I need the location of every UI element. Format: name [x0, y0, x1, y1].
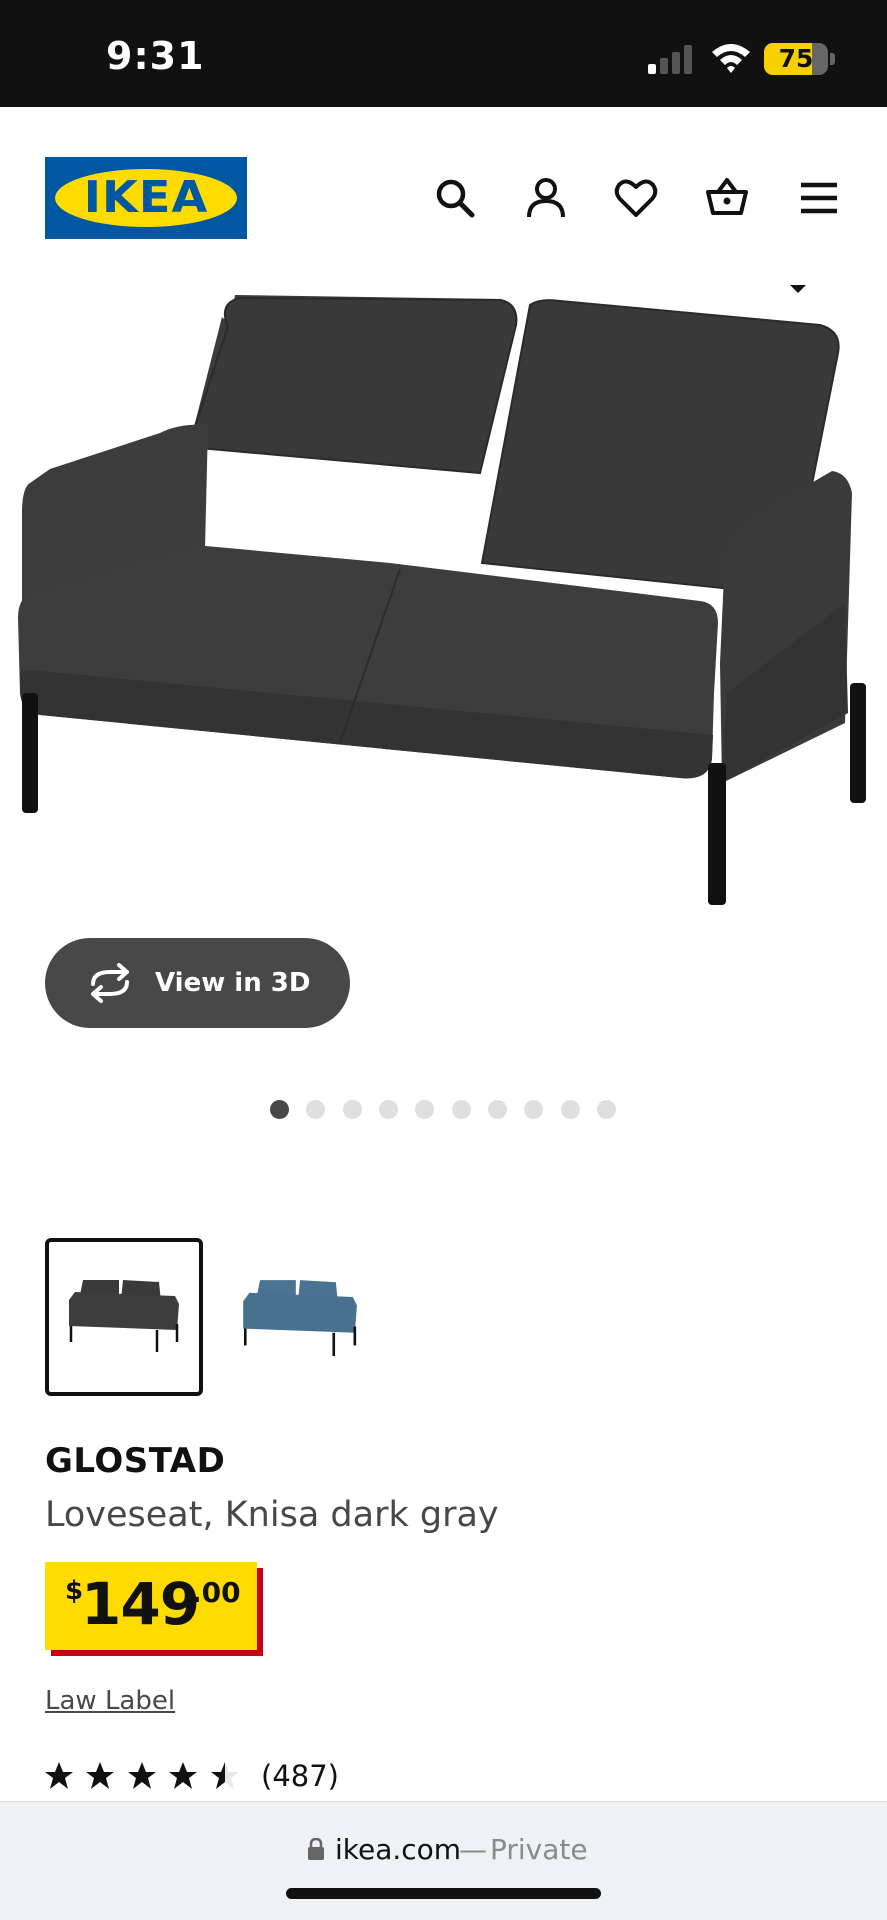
wifi-icon	[712, 44, 750, 73]
price-cents: .00	[191, 1576, 241, 1609]
heart-icon[interactable]	[613, 175, 659, 221]
star-icon	[169, 1762, 197, 1789]
browsing-mode: Private	[490, 1833, 588, 1866]
rating-stars[interactable]	[45, 1760, 245, 1794]
basket-icon[interactable]	[704, 175, 750, 221]
carousel-dot[interactable]	[597, 1100, 616, 1119]
browser-address-bar[interactable]: ikea.com — Private	[0, 1801, 887, 1920]
search-icon[interactable]	[432, 175, 478, 221]
law-label-link[interactable]: Law Label	[45, 1686, 175, 1716]
menu-icon[interactable]	[796, 175, 842, 221]
url-separator: —	[459, 1833, 487, 1866]
url-domain: ikea.com	[335, 1833, 462, 1866]
variant-thumbnail-dark-gray	[69, 1280, 179, 1352]
product-image[interactable]	[0, 273, 887, 973]
status-bar: 9:31 75	[0, 0, 887, 107]
star-icon	[128, 1762, 156, 1789]
carousel-dot[interactable]	[379, 1100, 398, 1119]
view-in-3d-button[interactable]: View in 3D	[45, 938, 350, 1028]
variant-blue[interactable]	[220, 1238, 378, 1396]
carousel-dot[interactable]	[561, 1100, 580, 1119]
carousel-dot[interactable]	[488, 1100, 507, 1119]
variant-thumbnail-blue	[243, 1280, 357, 1356]
price-whole: 149	[81, 1570, 200, 1638]
image-carousel-dots	[270, 1100, 630, 1120]
status-time: 9:31	[106, 34, 205, 78]
carousel-dot[interactable]	[270, 1100, 289, 1119]
battery-percent: 75	[778, 44, 814, 73]
logo-text: IKEA	[83, 172, 209, 223]
carousel-dot[interactable]	[524, 1100, 543, 1119]
logo-registered-mark: ®	[229, 181, 239, 192]
cellular-signal-icon	[648, 44, 694, 74]
carousel-dot[interactable]	[343, 1100, 362, 1119]
carousel-dot[interactable]	[306, 1100, 325, 1119]
lock-icon	[308, 1838, 324, 1860]
ikea-logo[interactable]: IKEA ®	[45, 157, 247, 239]
product-description: Loveseat, Knisa dark gray	[45, 1495, 499, 1535]
rotate-3d-icon	[91, 963, 129, 1003]
view-in-3d-label: View in 3D	[155, 968, 311, 998]
account-icon[interactable]	[523, 175, 569, 221]
price-tag: $ 149 .00	[45, 1562, 257, 1650]
star-icon	[86, 1762, 114, 1789]
product-name: GLOSTAD	[45, 1441, 226, 1481]
variant-dark-gray[interactable]	[45, 1238, 203, 1396]
carousel-dot[interactable]	[415, 1100, 434, 1119]
battery-nub	[830, 53, 835, 65]
home-indicator[interactable]	[286, 1888, 601, 1899]
star-icon	[45, 1762, 73, 1789]
battery-icon: 75	[764, 43, 828, 75]
site-header: IKEA ®	[0, 107, 887, 273]
review-count[interactable]: (487)	[261, 1759, 339, 1793]
carousel-dot[interactable]	[452, 1100, 471, 1119]
